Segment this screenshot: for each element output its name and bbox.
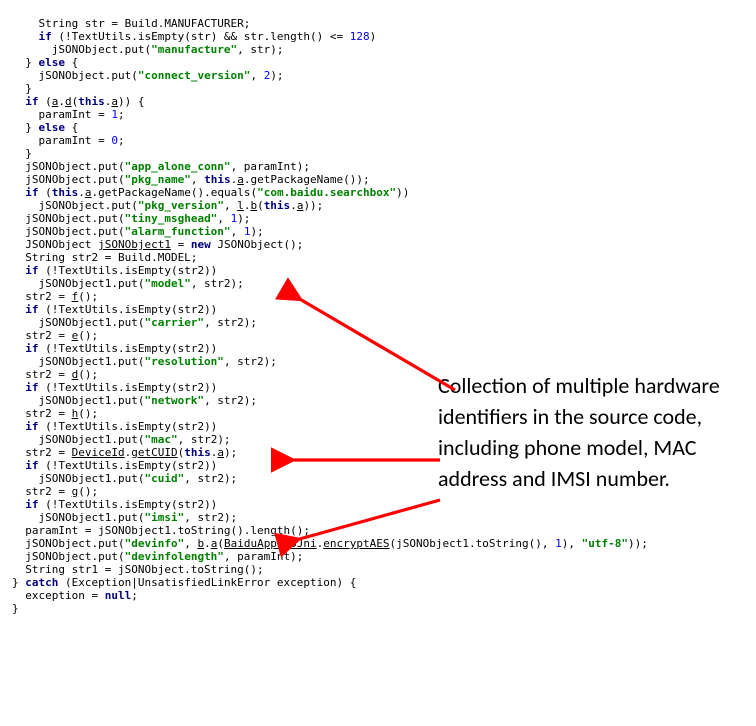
source-code: String str = Build.MANUFACTURER; if (!Te… — [12, 17, 744, 615]
page: String str = Build.MANUFACTURER; if (!Te… — [0, 0, 756, 726]
annotation-text: Collection of multiple hardware identifi… — [438, 370, 738, 494]
